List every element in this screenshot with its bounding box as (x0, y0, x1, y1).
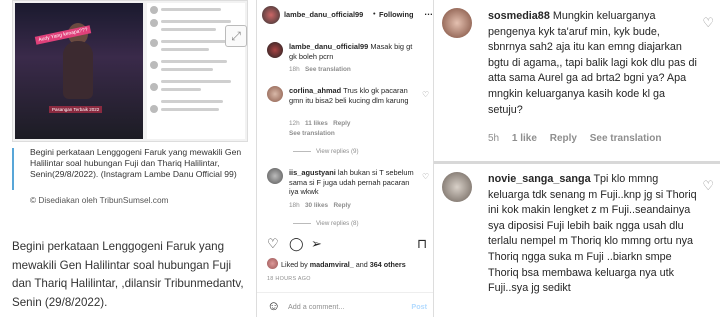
panel-divider (434, 161, 720, 164)
comment-avatar[interactable] (267, 42, 283, 58)
person-body (63, 41, 93, 99)
instagram-screenshot-image: Audy Yang kenapa??? Pasangan Terbaik 202… (12, 0, 248, 142)
comment-text: iis_agustyani lah bukan si T sebelum sam… (289, 168, 417, 197)
comment-time: 18h (289, 202, 300, 209)
comment-avatar[interactable] (267, 168, 283, 184)
liked-by-user[interactable]: madamviral_ (310, 260, 354, 269)
comment-avatar[interactable] (267, 86, 283, 102)
article-paragraph: Begini perkataan Lenggogeni Faruk yang m… (12, 240, 244, 309)
comment-username[interactable]: lambe_danu_official99 (289, 42, 368, 51)
post-button[interactable]: Post (411, 302, 427, 311)
dot-separator: • (373, 9, 376, 18)
like-comment-icon[interactable]: ♡ (702, 15, 714, 31)
comment-username[interactable]: sosmedia88 (488, 10, 550, 22)
zoomed-comments-panel: sosmedia88 Mungkin keluarganya pengenya … (434, 0, 720, 317)
liked-by-avatar (267, 258, 278, 269)
comment-time: 5h (488, 133, 500, 144)
comment-icon[interactable]: ◯ (289, 236, 304, 252)
image-source: © Disediakan oleh TribunSumsel.com (30, 195, 169, 205)
following-button[interactable]: Following (379, 10, 413, 19)
comment-text: sosmedia88 Mungkin keluarganya pengenya … (488, 9, 698, 118)
like-comment-icon[interactable]: ♡ (422, 172, 429, 181)
see-translation-link[interactable]: See translation (289, 130, 335, 137)
comment-meta: 12h 11 likes Reply (289, 120, 350, 127)
comment-meta: 5h 1 like Reply See translation (488, 133, 661, 144)
comment-text: corlina_ahmad Trus klo gk pacaran gmn it… (289, 86, 414, 105)
image-caption: Begini perkataan Lenggogeni Faruk yang m… (30, 147, 242, 179)
comment-text: lambe_danu_official99 Masak big gt gk bo… (289, 42, 419, 61)
post-timestamp: 18 HOURS AGO (267, 276, 311, 282)
comment-meta: See translation (289, 130, 335, 137)
video-thumbnail: Audy Yang kenapa??? Pasangan Terbaik 202… (15, 3, 143, 139)
reply-button[interactable]: Reply (333, 202, 350, 209)
comment-likes[interactable]: 11 likes (305, 120, 328, 127)
instagram-post-panel: lambe_danu_official99 • Following … lamb… (256, 0, 434, 317)
see-translation-link[interactable]: See translation (590, 133, 662, 144)
account-avatar[interactable] (262, 6, 280, 24)
see-translation-link[interactable]: See translation (305, 66, 351, 73)
comment-text: novie_sanga_sanga Tpi klo mmng keluarga … (488, 172, 698, 297)
liked-by-and: and (355, 260, 368, 269)
comment-username[interactable]: corlina_ahmad (289, 86, 341, 95)
liked-by-prefix: Liked by (281, 260, 308, 269)
like-icon[interactable]: ♡ (267, 236, 279, 252)
like-comment-icon[interactable]: ♡ (702, 178, 714, 194)
comment-meta: 18h See translation (289, 66, 351, 73)
expand-icon[interactable]: ⤢ (225, 25, 247, 47)
view-replies-link[interactable]: View replies (8) (293, 220, 359, 227)
bookmark-icon[interactable]: ⊓ (417, 236, 427, 252)
news-article-panel: Audy Yang kenapa??? Pasangan Terbaik 202… (0, 0, 254, 317)
reply-button[interactable]: Reply (550, 133, 577, 144)
comment-username[interactable]: iis_agustyani (289, 168, 336, 177)
post-header: lambe_danu_official99 • Following … (257, 0, 433, 30)
comment-time: 12h (289, 120, 300, 127)
comment-body: Tpi klo mmng keluarga tdk senang m Fuji.… (488, 173, 697, 295)
post-actions: ♡ ◯ ➢ ⊓ (267, 236, 427, 252)
liked-by-line: Liked by madamviral_ and 364 others (281, 260, 406, 269)
like-comment-icon[interactable]: ♡ (422, 90, 429, 99)
comment-time: 18h (289, 66, 300, 73)
video-caption: Pasangan Terbaik 2022 (49, 106, 103, 113)
comment-avatar[interactable] (442, 8, 472, 38)
caption-accent-bar (12, 148, 14, 190)
add-comment-bar: ☺ Add a comment... Post (257, 292, 433, 317)
comment-likes[interactable]: 30 likes (305, 202, 328, 209)
liked-by-count[interactable]: 364 others (370, 260, 406, 269)
add-comment-input[interactable]: Add a comment... (288, 302, 344, 311)
comment-likes[interactable]: 1 like (512, 133, 537, 144)
emoji-icon[interactable]: ☺ (267, 298, 280, 313)
comment-meta: 18h 30 likes Reply (289, 202, 351, 209)
comment-avatar[interactable] (442, 172, 472, 202)
comment-username[interactable]: novie_sanga_sanga (488, 173, 591, 185)
screenshot-comment-column (147, 3, 245, 139)
account-username[interactable]: lambe_danu_official99 (284, 10, 363, 19)
share-icon[interactable]: ➢ (311, 236, 322, 252)
comment-body: Mungkin keluarganya pengenya kyk ta'aruf… (488, 10, 697, 116)
more-options-icon[interactable]: … (424, 7, 433, 17)
view-replies-link[interactable]: View replies (9) (293, 148, 359, 155)
reply-button[interactable]: Reply (333, 120, 350, 127)
